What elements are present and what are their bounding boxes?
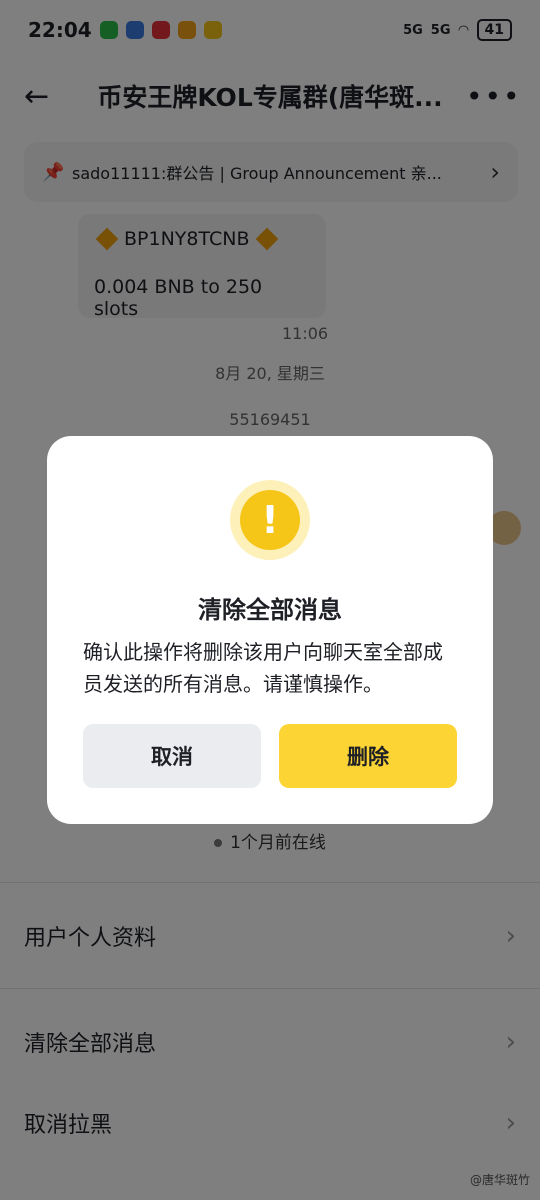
- confirm-dialog: ! 清除全部消息 确认此操作将删除该用户向聊天室全部成员发送的所有消息。请谨慎操…: [47, 436, 493, 824]
- warning-icon: !: [230, 480, 310, 560]
- dialog-message: 确认此操作将删除该用户向聊天室全部成员发送的所有消息。请谨慎操作。: [83, 640, 443, 696]
- exclamation-icon: !: [240, 490, 300, 550]
- delete-button[interactable]: 删除: [279, 724, 457, 788]
- cancel-button[interactable]: 取消: [83, 724, 261, 788]
- dialog-title: 清除全部消息: [198, 596, 342, 624]
